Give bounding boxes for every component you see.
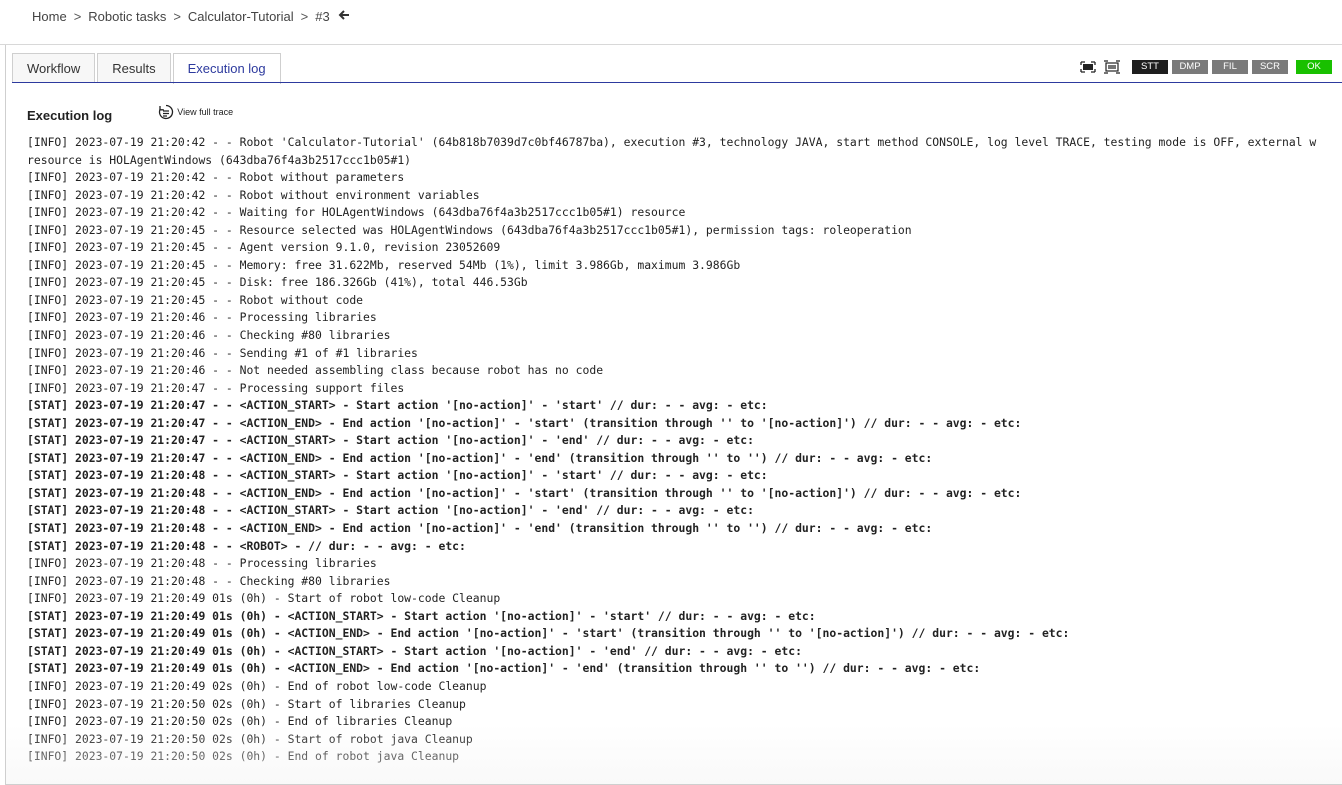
log-line: [INFO] 2023-07-19 21:20:50 02s (0h) - St… — [27, 731, 473, 746]
tab-workflow[interactable]: Workflow — [12, 53, 96, 83]
execution-log-output: [INFO] 2023-07-19 21:20:42 - - Robot 'Ca… — [27, 134, 1342, 766]
collapse-icon[interactable] — [1104, 60, 1120, 74]
log-toolbar: STT DMP FIL SCR OK — [1080, 59, 1332, 75]
expand-icon[interactable] — [1080, 60, 1096, 74]
top-bar: Home > Robotic tasks > Calculator-Tutori… — [0, 0, 1342, 45]
log-header: Execution log View full trace — [27, 104, 233, 123]
dmp-button[interactable]: DMP — [1172, 60, 1208, 74]
log-line: [INFO] 2023-07-19 21:20:50 02s (0h) - En… — [27, 714, 453, 729]
breadcrumb-robot[interactable]: Calculator-Tutorial — [188, 9, 294, 24]
log-line: [INFO] 2023-07-19 21:20:46 - - Processin… — [27, 310, 377, 325]
log-line: [INFO] 2023-07-19 21:20:42 - - Robot 'Ca… — [27, 135, 1317, 149]
breadcrumb: Home > Robotic tasks > Calculator-Tutori… — [32, 9, 350, 24]
breadcrumb-separator: > — [73, 9, 82, 24]
log-line: [STAT] 2023-07-19 21:20:49 01s (0h) - <A… — [27, 608, 816, 623]
view-full-trace-label: View full trace — [177, 107, 234, 117]
log-line: [STAT] 2023-07-19 21:20:47 - - <ACTION_E… — [27, 415, 1022, 430]
scr-button[interactable]: SCR — [1252, 60, 1288, 74]
tab-underline — [12, 82, 1342, 83]
log-line: resource is HOLAgentWindows (643dba76f4a… — [27, 152, 412, 167]
log-line: [INFO] 2023-07-19 21:20:45 - - Robot wit… — [27, 292, 364, 307]
breadcrumb-execution: #3 — [315, 9, 330, 24]
breadcrumb-separator: > — [300, 9, 309, 24]
breadcrumb-home[interactable]: Home — [32, 9, 67, 24]
breadcrumb-robotic-tasks[interactable]: Robotic tasks — [88, 9, 166, 24]
arrow-left-icon-graphic — [338, 10, 349, 20]
log-line: [INFO] 2023-07-19 21:20:49 01s (0h) - St… — [27, 591, 501, 606]
log-line: [INFO] 2023-07-19 21:20:46 - - Not neede… — [27, 363, 604, 378]
breadcrumb-separator: > — [173, 9, 181, 24]
log-line: [STAT] 2023-07-19 21:20:48 - - <ACTION_S… — [27, 503, 754, 518]
ok-status-button[interactable]: OK — [1296, 60, 1332, 74]
log-line: [INFO] 2023-07-19 21:20:45 - - Disk: fre… — [27, 275, 528, 290]
log-line: [STAT] 2023-07-19 21:20:47 - - <ACTION_S… — [27, 433, 754, 448]
log-line: [INFO] 2023-07-19 21:20:49 02s (0h) - En… — [27, 678, 487, 693]
tab-results[interactable]: Results — [97, 53, 171, 83]
log-line: [INFO] 2023-07-19 21:20:50 02s (0h) - St… — [27, 696, 466, 711]
execution-panel: Workflow Results Execution log STT DMP F… — [5, 45, 1342, 785]
log-line: [STAT] 2023-07-19 21:20:49 01s (0h) - <A… — [27, 626, 1070, 641]
log-line: [INFO] 2023-07-19 21:20:46 - - Checking … — [27, 328, 391, 343]
log-line: [INFO] 2023-07-19 21:20:42 - - Robot wit… — [27, 187, 480, 202]
tab-bar: Workflow Results Execution log — [12, 53, 283, 84]
log-line: [STAT] 2023-07-19 21:20:48 - - <ROBOT> -… — [27, 538, 466, 553]
tab-execution-log[interactable]: Execution log — [172, 53, 281, 84]
stt-button[interactable]: STT — [1132, 60, 1168, 74]
log-line: [INFO] 2023-07-19 21:20:42 - - Waiting f… — [27, 205, 686, 220]
log-line: [INFO] 2023-07-19 21:20:47 - - Processin… — [27, 380, 405, 395]
log-line: [INFO] 2023-07-19 21:20:42 - - Robot wit… — [27, 170, 405, 185]
arrow-left-icon[interactable] — [338, 9, 350, 24]
log-line: [STAT] 2023-07-19 21:20:49 01s (0h) - <A… — [27, 661, 981, 676]
log-line: [STAT] 2023-07-19 21:20:49 01s (0h) - <A… — [27, 643, 802, 658]
log-line: [INFO] 2023-07-19 21:20:45 - - Agent ver… — [27, 240, 501, 255]
log-line: [STAT] 2023-07-19 21:20:47 - - <ACTION_E… — [27, 450, 933, 465]
log-line: [INFO] 2023-07-19 21:20:45 - - Resource … — [27, 222, 912, 237]
log-line: [STAT] 2023-07-19 21:20:47 - - <ACTION_S… — [27, 398, 768, 413]
log-line: [INFO] 2023-07-19 21:20:50 02s (0h) - En… — [27, 749, 460, 764]
log-line: [INFO] 2023-07-19 21:20:48 - - Processin… — [27, 556, 377, 571]
fil-button[interactable]: FIL — [1212, 60, 1248, 74]
log-line: [INFO] 2023-07-19 21:20:46 - - Sending #… — [27, 345, 418, 360]
full-trace-icon — [159, 104, 174, 120]
log-title: Execution log — [27, 107, 113, 123]
view-full-trace-link[interactable]: View full trace — [158, 104, 233, 120]
log-line: [STAT] 2023-07-19 21:20:48 - - <ACTION_E… — [27, 485, 1022, 500]
log-line: [STAT] 2023-07-19 21:20:48 - - <ACTION_E… — [27, 521, 933, 536]
log-line: [INFO] 2023-07-19 21:20:48 - - Checking … — [27, 573, 391, 588]
log-line: [STAT] 2023-07-19 21:20:48 - - <ACTION_S… — [27, 468, 768, 483]
log-line: [INFO] 2023-07-19 21:20:45 - - Memory: f… — [27, 257, 741, 272]
